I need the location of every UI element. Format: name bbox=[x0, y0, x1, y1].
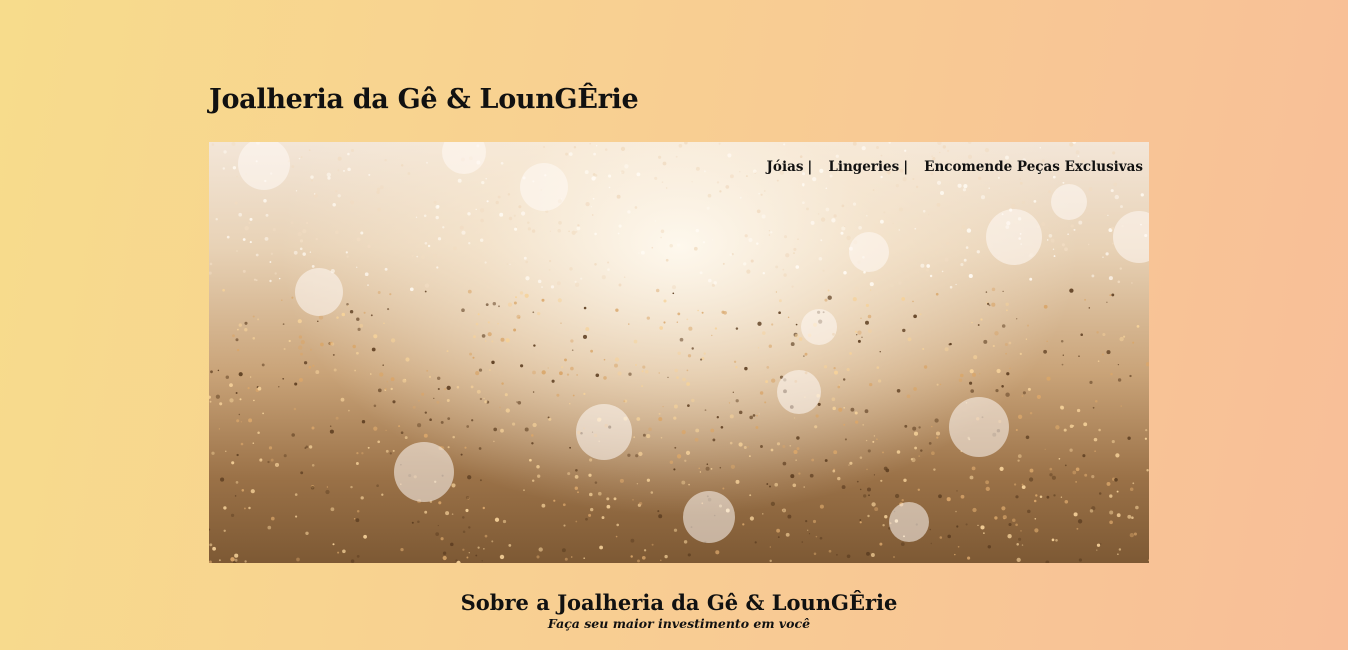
about-subtitle: Faça seu maior investimento em você bbox=[547, 616, 811, 631]
about-title: Sobre a Joalheria da Gê & LounGÊrie bbox=[460, 590, 898, 615]
glitter-bokeh-graphic bbox=[209, 142, 1149, 563]
nav-separator: | bbox=[903, 159, 909, 175]
main-nav: Jóias | Lingeries | Encomende Peças Excl… bbox=[767, 159, 1143, 175]
page: Joalheria da Gê & LounGÊrie Jóias | Ling… bbox=[2, 0, 1348, 650]
nav-link-joias[interactable]: Jóias bbox=[767, 159, 804, 175]
nav-link-lingeries[interactable]: Lingeries bbox=[828, 159, 899, 175]
site-title: Joalheria da Gê & LounGÊrie bbox=[209, 84, 639, 115]
nav-link-encomende[interactable]: Encomende Peças Exclusivas bbox=[924, 159, 1143, 175]
hero-banner-image: Jóias | Lingeries | Encomende Peças Excl… bbox=[209, 142, 1149, 563]
about-section: Sobre a Joalheria da Gê & LounGÊrie Faça… bbox=[209, 589, 1149, 631]
nav-separator: | bbox=[807, 159, 813, 175]
